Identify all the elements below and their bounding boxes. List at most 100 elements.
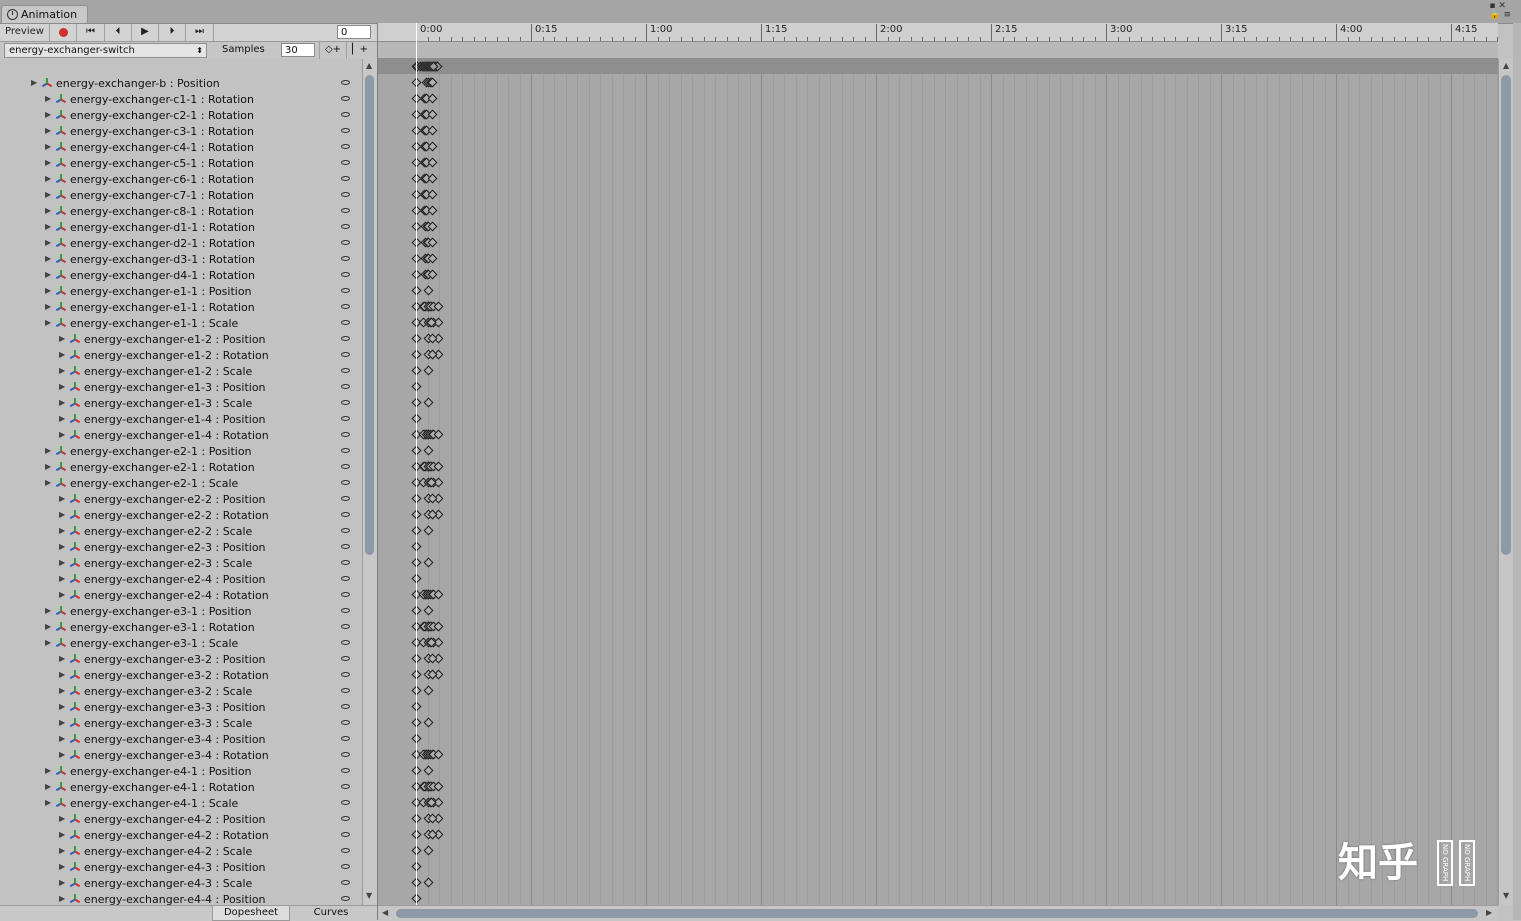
property-row[interactable]: ▶ energy-exchanger-e2-2 : Rotation — [0, 507, 362, 523]
property-row[interactable]: ▶ energy-exchanger-e1-4 : Position — [0, 411, 362, 427]
visibility-eye-icon[interactable] — [341, 160, 350, 165]
property-row[interactable]: ▶ energy-exchanger-e2-1 : Rotation — [0, 459, 362, 475]
expand-triangle-icon[interactable]: ▶ — [45, 174, 51, 183]
visibility-eye-icon[interactable] — [341, 208, 350, 213]
playhead-line[interactable] — [416, 23, 417, 905]
expand-triangle-icon[interactable]: ▶ — [59, 494, 65, 503]
visibility-eye-icon[interactable] — [341, 608, 350, 613]
expand-triangle-icon[interactable]: ▶ — [59, 750, 65, 759]
visibility-eye-icon[interactable] — [341, 192, 350, 197]
property-row[interactable]: ▶ energy-exchanger-e3-3 : Position — [0, 699, 362, 715]
visibility-eye-icon[interactable] — [341, 864, 350, 869]
expand-triangle-icon[interactable]: ▶ — [45, 190, 51, 199]
last-keyframe-button[interactable]: ⏭ — [186, 24, 214, 41]
next-keyframe-button[interactable]: ⏵ — [159, 24, 186, 41]
property-row[interactable]: ▶ energy-exchanger-e3-2 : Scale — [0, 683, 362, 699]
visibility-eye-icon[interactable] — [341, 400, 350, 405]
current-frame-input[interactable]: 0 — [337, 25, 371, 39]
expand-triangle-icon[interactable]: ▶ — [59, 686, 65, 695]
curves-tab[interactable]: Curves — [292, 906, 370, 921]
property-row[interactable]: ▶ energy-exchanger-e2-4 : Rotation — [0, 587, 362, 603]
scroll-down-arrow-icon[interactable]: ▼ — [1503, 891, 1509, 900]
property-row[interactable]: ▶ energy-exchanger-e2-1 : Position — [0, 443, 362, 459]
dopesheet-scroll-thumb[interactable] — [1501, 75, 1511, 555]
visibility-eye-icon[interactable] — [341, 272, 350, 277]
visibility-eye-icon[interactable] — [341, 320, 350, 325]
property-row[interactable]: ▶ energy-exchanger-e3-2 : Position — [0, 651, 362, 667]
keyframe[interactable] — [423, 445, 434, 456]
expand-triangle-icon[interactable]: ▶ — [59, 846, 65, 855]
visibility-eye-icon[interactable] — [341, 496, 350, 501]
property-row[interactable]: ▶ energy-exchanger-c1-1 : Rotation — [0, 91, 362, 107]
expand-triangle-icon[interactable]: ▶ — [59, 414, 65, 423]
expand-triangle-icon[interactable]: ▶ — [45, 798, 51, 807]
property-row[interactable]: ▶ energy-exchanger-e1-1 : Scale — [0, 315, 362, 331]
visibility-eye-icon[interactable] — [341, 240, 350, 245]
visibility-eye-icon[interactable] — [341, 256, 350, 261]
expand-triangle-icon[interactable]: ▶ — [59, 366, 65, 375]
property-row[interactable]: ▶ energy-exchanger-e4-2 : Position — [0, 811, 362, 827]
scroll-left-arrow-icon[interactable]: ◀ — [382, 908, 388, 917]
expand-triangle-icon[interactable]: ▶ — [45, 302, 51, 311]
expand-triangle-icon[interactable]: ▶ — [59, 654, 65, 663]
expand-triangle-icon[interactable]: ▶ — [59, 894, 65, 903]
expand-triangle-icon[interactable]: ▶ — [45, 254, 51, 263]
visibility-eye-icon[interactable] — [341, 224, 350, 229]
visibility-eye-icon[interactable] — [341, 384, 350, 389]
keyframe[interactable] — [427, 205, 438, 216]
visibility-eye-icon[interactable] — [341, 592, 350, 597]
scroll-down-arrow-icon[interactable]: ▼ — [366, 891, 372, 900]
visibility-eye-icon[interactable] — [341, 736, 350, 741]
property-row[interactable]: ▶ energy-exchanger-c6-1 : Rotation — [0, 171, 362, 187]
horizontal-scroll-thumb[interactable] — [396, 909, 1478, 918]
keyframe[interactable] — [427, 125, 438, 136]
prev-keyframe-button[interactable]: ⏴ — [105, 24, 132, 41]
property-row[interactable]: ▶ energy-exchanger-e4-2 : Scale — [0, 843, 362, 859]
keyframe[interactable] — [423, 525, 434, 536]
lock-menu-icons[interactable]: 🔒 ≡ — [1489, 11, 1511, 20]
dopesheet-horizontal-scrollbar[interactable]: ◀ ▶ — [378, 905, 1498, 921]
property-row[interactable]: ▶ energy-exchanger-d3-1 : Rotation — [0, 251, 362, 267]
keyframe[interactable] — [423, 845, 434, 856]
property-row[interactable]: ▶ energy-exchanger-e4-1 : Rotation — [0, 779, 362, 795]
scroll-up-arrow-icon[interactable]: ▲ — [366, 61, 372, 70]
property-row[interactable]: ▶ energy-exchanger-e4-1 : Scale — [0, 795, 362, 811]
expand-triangle-icon[interactable]: ▶ — [45, 158, 51, 167]
visibility-eye-icon[interactable] — [341, 656, 350, 661]
event-bar[interactable] — [378, 42, 1498, 59]
visibility-eye-icon[interactable] — [341, 624, 350, 629]
visibility-eye-icon[interactable] — [341, 480, 350, 485]
expand-triangle-icon[interactable]: ▶ — [59, 558, 65, 567]
property-row[interactable]: ▶ energy-exchanger-c2-1 : Rotation — [0, 107, 362, 123]
expand-triangle-icon[interactable]: ▶ — [59, 430, 65, 439]
visibility-eye-icon[interactable] — [341, 560, 350, 565]
expand-triangle-icon[interactable]: ▶ — [59, 702, 65, 711]
visibility-eye-icon[interactable] — [341, 304, 350, 309]
property-row[interactable]: ▶ energy-exchanger-e1-2 : Position — [0, 331, 362, 347]
hierarchy-scroll-thumb[interactable] — [365, 75, 374, 555]
visibility-eye-icon[interactable] — [341, 368, 350, 373]
keyframe[interactable] — [427, 157, 438, 168]
expand-triangle-icon[interactable]: ▶ — [45, 638, 51, 647]
visibility-eye-icon[interactable] — [341, 416, 350, 421]
visibility-eye-icon[interactable] — [341, 288, 350, 293]
property-row[interactable]: ▶ energy-exchanger-e3-1 : Position — [0, 603, 362, 619]
dopesheet-grid[interactable] — [378, 59, 1498, 905]
property-row[interactable]: ▶ energy-exchanger-e4-3 : Position — [0, 859, 362, 875]
keyframe[interactable] — [427, 141, 438, 152]
expand-triangle-icon[interactable]: ▶ — [45, 606, 51, 615]
visibility-eye-icon[interactable] — [341, 352, 350, 357]
keyframe[interactable] — [423, 365, 434, 376]
preview-button[interactable]: Preview — [0, 24, 50, 41]
visibility-eye-icon[interactable] — [341, 896, 350, 901]
property-row[interactable]: ▶ energy-exchanger-b : Position — [0, 75, 362, 91]
play-button[interactable]: ▶ — [132, 24, 159, 41]
visibility-eye-icon[interactable] — [341, 880, 350, 885]
expand-triangle-icon[interactable]: ▶ — [45, 238, 51, 247]
visibility-eye-icon[interactable] — [341, 800, 350, 805]
visibility-eye-icon[interactable] — [341, 528, 350, 533]
first-keyframe-button[interactable]: ⏮ — [77, 24, 105, 41]
visibility-eye-icon[interactable] — [341, 176, 350, 181]
visibility-eye-icon[interactable] — [341, 336, 350, 341]
expand-triangle-icon[interactable]: ▶ — [45, 286, 51, 295]
